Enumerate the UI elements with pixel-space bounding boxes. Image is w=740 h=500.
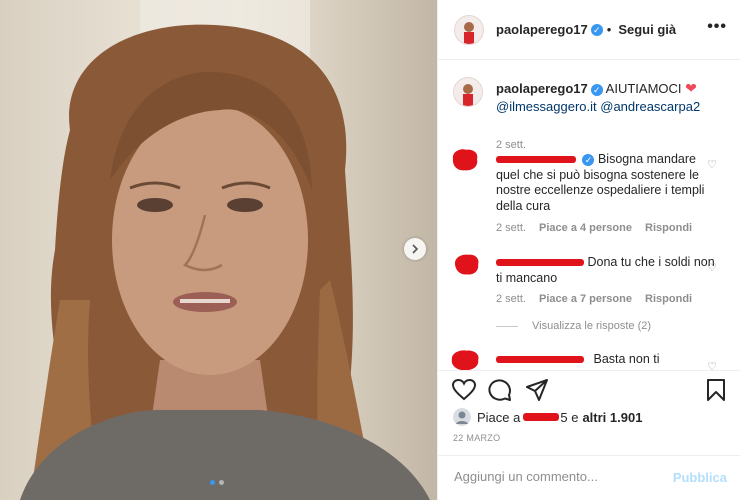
comment-likes[interactable]: Piace a 4 persone xyxy=(539,222,632,234)
action-bar xyxy=(438,370,740,401)
likes-others-link[interactable]: altri 1.901 xyxy=(582,410,642,425)
avatar[interactable] xyxy=(454,14,484,45)
carousel-dot xyxy=(219,480,224,485)
header-username[interactable]: paolaperego17 xyxy=(496,22,588,37)
publish-button[interactable]: Pubblica xyxy=(673,470,727,485)
caption-avatar[interactable] xyxy=(453,77,483,107)
like-comment-icon[interactable]: ♡ xyxy=(707,261,717,274)
comment-meta: 2 sett. Piace a 7 persone Rispondi xyxy=(496,293,702,305)
bookmark-icon[interactable] xyxy=(706,379,726,401)
comments-list[interactable]: paolaperego17 ✓ AIUTIAMOCI ❤ @ilmessagger… xyxy=(438,60,740,370)
likes-suffix: 5 e xyxy=(560,409,579,425)
redacted-avatar xyxy=(455,254,479,275)
view-replies-button[interactable]: Visualizza le risposte (2) xyxy=(496,320,651,332)
mention-link[interactable]: @andreascarpa2 xyxy=(600,99,700,114)
comment-input[interactable] xyxy=(452,468,671,485)
liker-avatar[interactable] xyxy=(453,408,471,426)
reply-button[interactable]: Rispondi xyxy=(645,293,692,305)
verified-icon: ✓ xyxy=(582,153,595,166)
share-send-icon[interactable] xyxy=(526,379,548,401)
carousel-dots xyxy=(210,480,224,485)
comment-time[interactable]: 2 sett. xyxy=(496,222,526,234)
chevron-right-icon xyxy=(412,244,419,254)
next-media-button[interactable] xyxy=(404,238,426,260)
like-comment-icon[interactable]: ♡ xyxy=(707,158,717,171)
red-heart-icon: ❤ xyxy=(685,80,697,96)
comment-text-line1: Dona tu che i soldi xyxy=(587,255,691,269)
carousel-dot-active xyxy=(210,480,215,485)
avatar-image xyxy=(454,78,482,106)
more-options-icon[interactable]: ••• xyxy=(707,18,727,36)
comment-bubble-icon[interactable] xyxy=(488,379,512,401)
comment-likes[interactable]: Piace a 7 persone xyxy=(539,293,632,305)
verified-icon: ✓ xyxy=(590,83,603,96)
comment-text: Basta non ti xyxy=(496,352,716,368)
post-media[interactable] xyxy=(0,0,437,500)
avatar-image xyxy=(455,15,483,44)
redacted-liker xyxy=(523,413,560,421)
following-button[interactable]: Segui già xyxy=(618,22,676,37)
add-comment-bar: Pubblica xyxy=(438,455,740,500)
likes-summary: Piace a 5 e altri 1.901 xyxy=(453,408,642,426)
redacted-username xyxy=(496,259,584,267)
separator-dot: • xyxy=(606,22,612,37)
video-frame-person xyxy=(20,0,430,500)
comment-text: ✓ Bisogna mandare quel che si può bisogn… xyxy=(496,152,716,214)
like-comment-icon[interactable]: ♡ xyxy=(707,360,717,370)
post-date[interactable]: 22 MARZO xyxy=(453,433,500,443)
like-heart-icon[interactable] xyxy=(452,379,476,401)
redacted-avatar xyxy=(451,350,479,370)
comment-meta: 2 sett. Piace a 4 persone Rispondi xyxy=(496,222,702,234)
redacted-username xyxy=(496,156,576,164)
view-replies-label: Visualizza le risposte (2) xyxy=(532,320,652,332)
comment-text: Dona tu che i soldi non ti mancano xyxy=(496,255,716,286)
comment-text-line1: Basta non ti xyxy=(593,352,660,366)
post-side-panel: paolaperego17 ✓ • Segui già ••• paolaper… xyxy=(437,0,740,500)
comment-text-line1: Bisogna xyxy=(597,152,644,166)
caption-body: AIUTIAMOCI xyxy=(605,81,682,96)
caption-meta: 2 sett. xyxy=(496,139,536,151)
redacted-username xyxy=(496,356,584,364)
caption-time[interactable]: 2 sett. xyxy=(496,139,526,151)
caption-text: paolaperego17 ✓ AIUTIAMOCI ❤ @ilmessagger… xyxy=(496,79,736,116)
replies-line xyxy=(496,325,518,327)
caption-username[interactable]: paolaperego17 xyxy=(496,81,588,96)
post-header: paolaperego17 ✓ • Segui già ••• xyxy=(438,0,740,60)
reply-button[interactable]: Rispondi xyxy=(645,222,692,234)
redacted-avatar xyxy=(452,149,478,171)
verified-icon: ✓ xyxy=(590,23,603,36)
comment-time[interactable]: 2 sett. xyxy=(496,293,526,305)
mention-link[interactable]: @ilmessaggero.it xyxy=(496,99,597,114)
likes-prefix: Piace a xyxy=(477,409,521,425)
